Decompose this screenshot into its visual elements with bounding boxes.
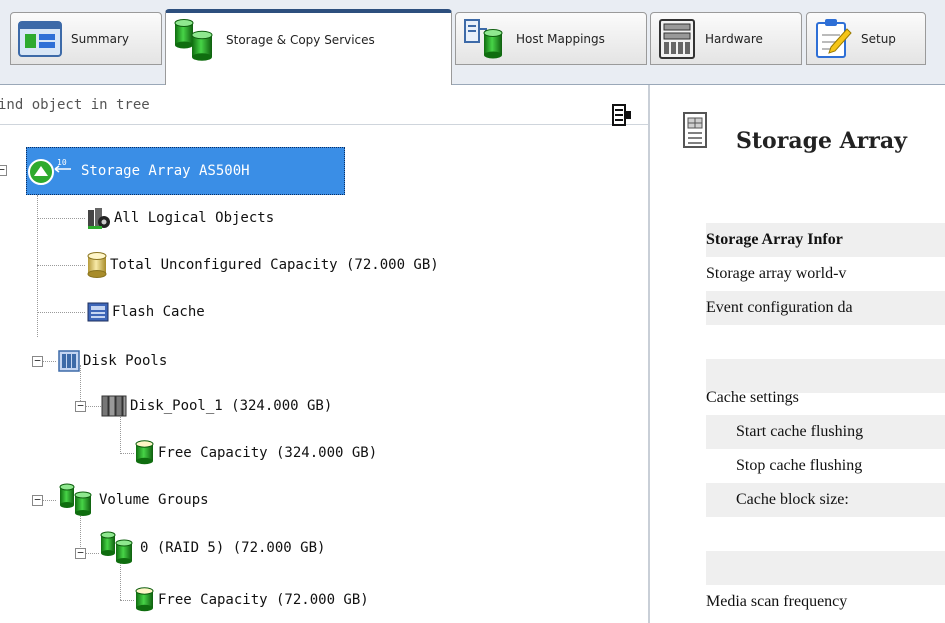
tab-label: Summary: [71, 31, 129, 46]
volume-group-icon: [100, 531, 133, 564]
host-mappings-icon: [464, 18, 503, 58]
tree-connector: [37, 195, 38, 337]
storage-tree: − 10 Storage Array AS500H All Logical Ob…: [0, 125, 648, 623]
tree-node-disk-pool-1[interactable]: Disk_Pool_1 (324.000 GB): [100, 389, 332, 423]
collapse-toggle[interactable]: −: [75, 547, 86, 559]
tree-connector: [37, 265, 85, 266]
tree-node-label: Free Capacity (324.000 GB): [158, 445, 378, 461]
tree-node-label: Storage Array AS500H: [81, 163, 250, 179]
tree-connector: [85, 406, 101, 407]
start-cache-flushing-label: Start cache flushing: [706, 415, 945, 449]
tab-host-mappings[interactable]: Host Mappings: [455, 12, 647, 65]
free-capacity-cylinder-icon: [135, 440, 154, 465]
spacer-row: [706, 325, 945, 359]
cache-block-size-label: Cache block size:: [706, 483, 945, 517]
tree-node-label: Disk_Pool_1 (324.000 GB): [130, 398, 333, 414]
find-object-input[interactable]: [0, 93, 578, 117]
tab-label: Hardware: [705, 31, 763, 46]
spacer-row: [706, 551, 945, 585]
hardware-icon: [659, 18, 695, 59]
collapse-toggle[interactable]: −: [32, 355, 43, 367]
tree-node-label: All Logical Objects: [114, 210, 275, 226]
tree-node-volume-group-free-capacity[interactable]: Free Capacity (72.000 GB): [134, 583, 369, 617]
media-scan-frequency-label: Media scan frequency: [706, 593, 848, 610]
tab-label: Host Mappings: [516, 31, 605, 46]
tab-setup[interactable]: Setup: [806, 12, 926, 65]
collapse-toggle[interactable]: −: [75, 400, 86, 412]
tree-connector: [43, 361, 56, 362]
tree-view-options-icon[interactable]: [611, 104, 633, 126]
tree-connector: [43, 500, 56, 501]
tree-node-label: Disk Pools: [83, 353, 168, 369]
tree-node-all-logical-objects[interactable]: All Logical Objects: [86, 201, 274, 235]
tree-node-label: Flash Cache: [112, 304, 205, 320]
tab-storage-copy-services[interactable]: Storage & Copy Services: [165, 9, 452, 86]
tree-node-disk-pools[interactable]: Disk Pools: [57, 344, 167, 378]
tree-node-volume-groups[interactable]: Volume Groups: [57, 483, 209, 517]
storage-array-status-icon: 10: [28, 158, 71, 185]
volume-groups-icon: [59, 483, 92, 516]
tree-connector: [37, 218, 85, 219]
tree-node-label: 0 (RAID 5) (72.000 GB): [140, 540, 326, 556]
object-tree-pane: − 10 Storage Array AS500H All Logical Ob…: [0, 85, 650, 623]
disk-pool-icon: [101, 395, 127, 417]
setup-clipboard-icon: [816, 18, 852, 58]
collapse-toggle[interactable]: −: [0, 164, 7, 176]
tree-node-label: Total Unconfigured Capacity (72.000 GB): [110, 257, 439, 273]
logical-objects-icon: [88, 208, 110, 229]
document-icon: [683, 112, 707, 148]
tree-connector: [120, 453, 134, 454]
tab-summary[interactable]: Summary: [10, 12, 162, 65]
flash-cache-icon: [87, 302, 109, 322]
spacer-row: [706, 517, 945, 551]
storage-cylinders-icon: [174, 18, 213, 61]
info-heading: Storage Array Infor: [706, 223, 945, 257]
tab-label: Storage & Copy Services: [226, 32, 375, 47]
tree-node-label: Free Capacity (72.000 GB): [158, 592, 369, 608]
free-capacity-cylinder-icon: [135, 587, 154, 612]
find-object-bar: [0, 85, 648, 126]
tab-bar: Summary Storage & Copy Services Host Map…: [0, 0, 945, 86]
event-configuration-label: Event configuration da: [706, 291, 945, 325]
unconfigured-capacity-cylinder-icon: [87, 252, 107, 278]
tree-node-volume-group-0[interactable]: 0 (RAID 5) (72.000 GB): [98, 531, 325, 565]
tree-connector: [120, 600, 134, 601]
stop-cache-flushing-label: Stop cache flushing: [736, 457, 863, 474]
tree-node-storage-array[interactable]: 10 Storage Array AS500H: [26, 147, 345, 195]
cache-settings-label: Cache settings: [706, 389, 799, 406]
tree-node-disk-pool-free-capacity[interactable]: Free Capacity (324.000 GB): [134, 436, 377, 470]
tab-hardware[interactable]: Hardware: [650, 12, 802, 65]
collapse-toggle[interactable]: −: [32, 494, 43, 506]
tab-label: Setup: [861, 31, 896, 46]
tree-node-label: Volume Groups: [99, 492, 209, 508]
page-title: Storage Array: [736, 128, 907, 154]
tree-node-total-unconfigured-capacity[interactable]: Total Unconfigured Capacity (72.000 GB): [86, 248, 439, 282]
disk-pools-icon: [58, 350, 80, 372]
details-pane: Storage Array Storage Array Infor Storag…: [650, 85, 945, 623]
tree-connector: [85, 553, 99, 554]
tree-connector: [37, 312, 85, 313]
tree-node-flash-cache[interactable]: Flash Cache: [86, 295, 205, 329]
world-wide-identifier-label: Storage array world-v: [706, 265, 847, 282]
summary-icon: [18, 20, 62, 57]
